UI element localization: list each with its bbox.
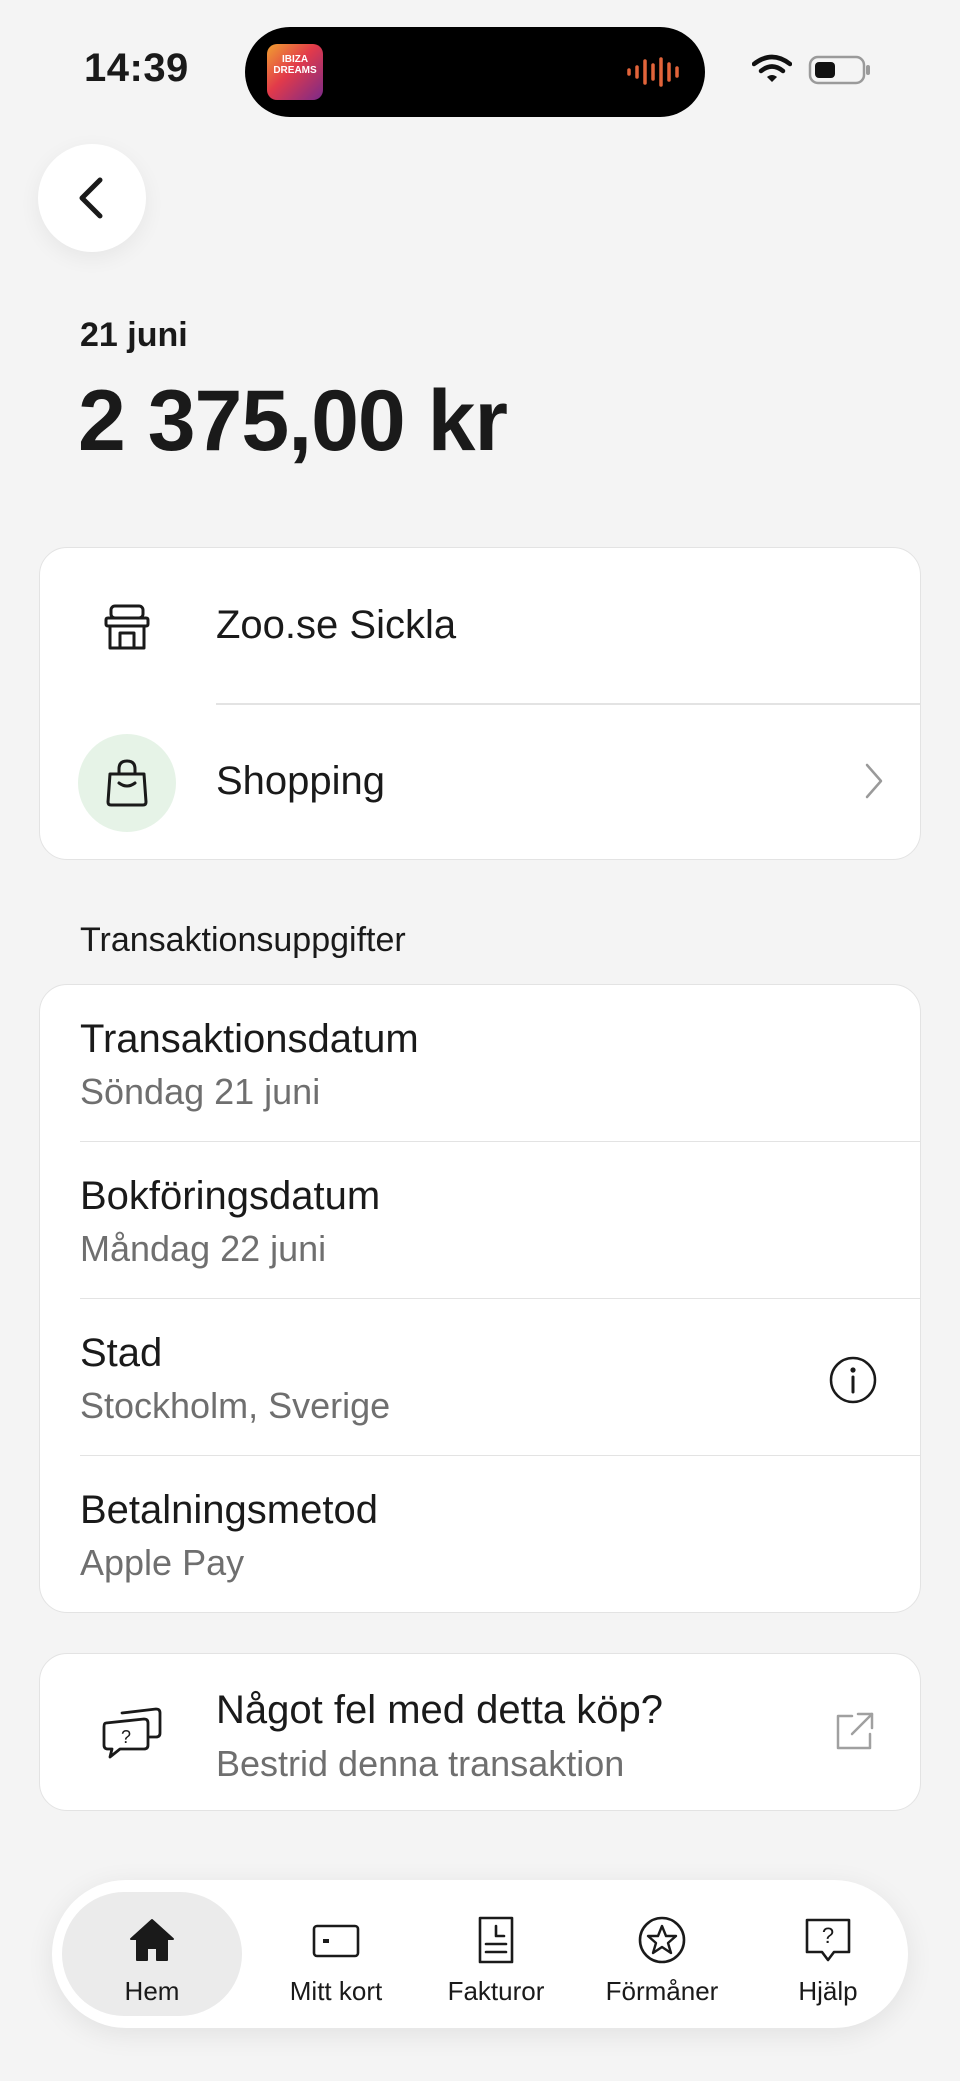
home-icon <box>130 1919 174 1961</box>
audio-waveform-icon <box>627 57 679 87</box>
wifi-icon <box>752 54 792 82</box>
category-label: Shopping <box>216 759 386 803</box>
chat-question-icon: ? <box>102 1707 162 1759</box>
help-icon: ? <box>805 1918 851 1962</box>
svg-text:?: ? <box>822 1923 834 1948</box>
transaction-amount: 2 375,00 kr <box>78 373 508 469</box>
tab-label: Hem <box>124 1976 180 2006</box>
category-row[interactable]: Shopping <box>40 704 920 859</box>
tab-bar: Hem Mitt kort Fakturor Förmåner ? Hjälp <box>52 1880 908 2028</box>
section-title: Transaktionsuppgifter <box>80 921 406 959</box>
tab-my-card[interactable]: Mitt kort <box>256 1892 416 2016</box>
transaction-details-card: Transaktionsdatum Söndag 21 juni Bokföri… <box>39 984 921 1613</box>
tab-label: Förmåner <box>605 1976 719 2006</box>
merchant-name: Zoo.se Sickla <box>216 603 457 647</box>
status-time: 14:39 <box>84 46 189 90</box>
detail-value: Stockholm, Sverige <box>80 1385 391 1426</box>
detail-value: Söndag 21 juni <box>80 1071 321 1112</box>
battery-icon <box>808 55 870 85</box>
detail-row-booking-date: Bokföringsdatum Måndag 22 juni <box>40 1142 920 1299</box>
store-icon <box>78 578 176 676</box>
merchant-row: Zoo.se Sickla <box>40 548 920 705</box>
detail-value: Måndag 22 juni <box>80 1228 327 1269</box>
chevron-left-icon <box>79 177 103 219</box>
transaction-date: 21 juni <box>80 316 188 354</box>
now-playing-artwork: IBIZA DREAMS <box>267 44 323 100</box>
detail-row-city: Stad Stockholm, Sverige <box>40 1299 920 1456</box>
info-icon[interactable] <box>828 1355 878 1405</box>
dynamic-island[interactable]: IBIZA DREAMS <box>245 27 705 117</box>
dispute-title: Något fel med detta köp? <box>216 1688 663 1732</box>
dispute-subtitle: Bestrid denna transaktion <box>216 1743 625 1784</box>
status-bar: 14:39 IBIZA DREAMS <box>0 0 960 120</box>
tab-label: Fakturor <box>447 1976 545 2006</box>
detail-row-transaction-date: Transaktionsdatum Söndag 21 juni <box>40 985 920 1142</box>
card-icon <box>312 1924 360 1958</box>
chevron-right-icon <box>865 763 883 799</box>
merchant-card: Zoo.se Sickla Shopping <box>39 547 921 860</box>
external-link-icon <box>836 1712 874 1750</box>
back-button[interactable] <box>38 144 146 252</box>
detail-label: Betalningsmetod <box>80 1488 378 1532</box>
dispute-card[interactable]: ? Något fel med detta köp? Bestrid denna… <box>39 1653 921 1811</box>
detail-label: Transaktionsdatum <box>80 1017 419 1061</box>
detail-label: Bokföringsdatum <box>80 1174 381 1218</box>
tab-label: Hjälp <box>798 1976 858 2006</box>
tab-label: Mitt kort <box>289 1976 383 2006</box>
tab-help[interactable]: ? Hjälp <box>748 1892 908 2016</box>
tab-benefits[interactable]: Förmåner <box>582 1892 742 2016</box>
shopping-bag-icon <box>78 734 176 832</box>
star-icon <box>638 1916 686 1964</box>
invoice-icon <box>478 1916 514 1964</box>
tab-invoices[interactable]: Fakturor <box>416 1892 576 2016</box>
detail-row-payment-method: Betalningsmetod Apple Pay <box>40 1456 920 1612</box>
svg-text:?: ? <box>121 1727 131 1747</box>
detail-value: Apple Pay <box>80 1542 245 1583</box>
tab-home[interactable]: Hem <box>62 1892 242 2016</box>
detail-label: Stad <box>80 1331 163 1375</box>
